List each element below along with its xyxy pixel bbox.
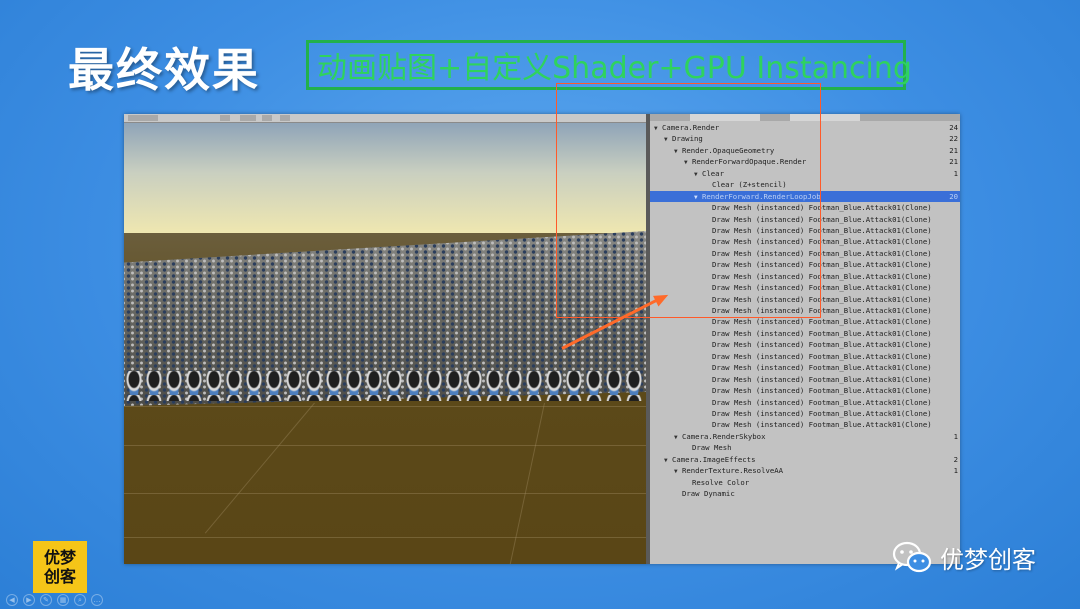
brand-name: 优梦创客 xyxy=(940,546,1036,574)
event-label: Draw Mesh (instanced) Footman_Blue.Attac… xyxy=(712,363,932,373)
shading-mode-dropdown[interactable] xyxy=(128,115,158,121)
event-label: Camera.RenderSkybox xyxy=(682,431,766,441)
event-count: 21 xyxy=(949,157,958,167)
prev-slide-icon[interactable]: ◀ xyxy=(6,594,18,606)
event-tree-row[interactable]: Draw Mesh (instanced) Footman_Blue.Attac… xyxy=(650,397,960,408)
event-tree-row[interactable]: ▼ Camera.RenderSkybox 1 xyxy=(650,431,960,442)
grid-line xyxy=(124,445,646,446)
event-label: Draw Mesh (instanced) Footman_Blue.Attac… xyxy=(712,374,932,384)
event-tree-row[interactable]: Draw Dynamic xyxy=(650,488,960,499)
zoom-icon[interactable]: ⌕ xyxy=(74,594,86,606)
logo: 优梦 创客 xyxy=(33,541,87,593)
event-tree-row[interactable]: ▼ Camera.ImageEffects 2 xyxy=(650,454,960,465)
lighting-toggle[interactable] xyxy=(240,115,256,121)
effects-toggle[interactable] xyxy=(280,115,290,121)
event-count: 21 xyxy=(949,145,958,155)
event-label: Draw Mesh (instanced) Footman_Blue.Attac… xyxy=(712,351,932,361)
event-tree-row[interactable]: Draw Mesh (instanced) Footman_Blue.Attac… xyxy=(650,328,960,339)
pen-icon[interactable]: ✎ xyxy=(40,594,52,606)
next-slide-icon[interactable]: ▶ xyxy=(23,594,35,606)
subtitle-text: 动画贴图+自定义Shader+GPU Instancing xyxy=(317,51,912,86)
event-label: Draw Dynamic xyxy=(682,489,735,498)
event-tree-row[interactable]: Draw Mesh (instanced) Footman_Blue.Attac… xyxy=(650,351,960,362)
slide-title: 最终效果 xyxy=(68,43,260,97)
event-count: 24 xyxy=(949,123,958,132)
event-count: 1 xyxy=(953,168,958,178)
event-label: Draw Mesh (instanced) Footman_Blue.Attac… xyxy=(712,340,932,350)
logo-line-1: 优梦 xyxy=(43,548,76,567)
event-count: 20 xyxy=(949,191,958,201)
event-tree-row[interactable]: Draw Mesh (instanced) Footman_Blue.Attac… xyxy=(650,385,960,396)
event-tree-row[interactable]: Draw Mesh (instanced) Footman_Blue.Attac… xyxy=(650,374,960,385)
event-tree-row[interactable]: Draw Mesh (instanced) Footman_Blue.Attac… xyxy=(650,419,960,430)
event-tree-row[interactable]: Draw Mesh (instanced) Footman_Blue.Attac… xyxy=(650,408,960,419)
event-label: RenderTexture.ResolveAA xyxy=(682,466,784,476)
presentation-controls: ◀ ▶ ✎ ▦ ⌕ … xyxy=(6,594,103,606)
logo-line-2: 创客 xyxy=(43,567,76,586)
instanced-footmen-front-row xyxy=(124,371,646,401)
event-tree-row[interactable]: Draw Mesh xyxy=(650,442,960,453)
event-label: Draw Mesh xyxy=(692,443,732,453)
event-label: Draw Mesh (instanced) Footman_Blue.Attac… xyxy=(712,328,932,338)
event-count: 1 xyxy=(953,466,958,476)
wechat-icon xyxy=(892,541,932,575)
grid-line xyxy=(124,406,646,407)
event-label: Draw Mesh (instanced) Footman_Blue.Attac… xyxy=(712,317,932,327)
instanced-draws-highlight xyxy=(556,83,821,318)
event-tree-row[interactable]: Draw Mesh (instanced) Footman_Blue.Attac… xyxy=(650,362,960,373)
event-tree-row[interactable]: Resolve Color xyxy=(650,477,960,488)
more-icon[interactable]: … xyxy=(91,594,103,606)
grid-line xyxy=(124,537,646,538)
brand: 优梦创客 xyxy=(892,540,1036,575)
event-count: 2 xyxy=(953,454,958,464)
2d-toggle[interactable] xyxy=(220,115,230,121)
slides-icon[interactable]: ▦ xyxy=(57,594,69,606)
event-tree-row[interactable]: Draw Mesh (instanced) Footman_Blue.Attac… xyxy=(650,339,960,350)
event-count: 22 xyxy=(949,134,958,144)
event-count: 1 xyxy=(953,431,958,441)
grid-line xyxy=(124,493,646,494)
unity-screenshot: ▼ Camera.Render 24 ▼ Drawing 22 ▼ Render.Opaque… xyxy=(124,114,960,564)
event-label: Draw Mesh (instanced) Footman_Blue.Attac… xyxy=(712,397,932,407)
event-tree-row[interactable]: ▼ RenderTexture.ResolveAA 1 xyxy=(650,465,960,476)
event-label: Draw Mesh (instanced) Footman_Blue.Attac… xyxy=(712,386,932,396)
audio-toggle[interactable] xyxy=(262,115,272,121)
event-label: Camera.ImageEffects xyxy=(672,454,756,464)
event-label: Resolve Color xyxy=(692,477,750,487)
event-label: Draw Mesh (instanced) Footman_Blue.Attac… xyxy=(712,420,932,430)
event-tree-row[interactable]: Draw Mesh (instanced) Footman_Blue.Attac… xyxy=(650,316,960,327)
event-label: Draw Mesh (instanced) Footman_Blue.Attac… xyxy=(712,408,932,418)
